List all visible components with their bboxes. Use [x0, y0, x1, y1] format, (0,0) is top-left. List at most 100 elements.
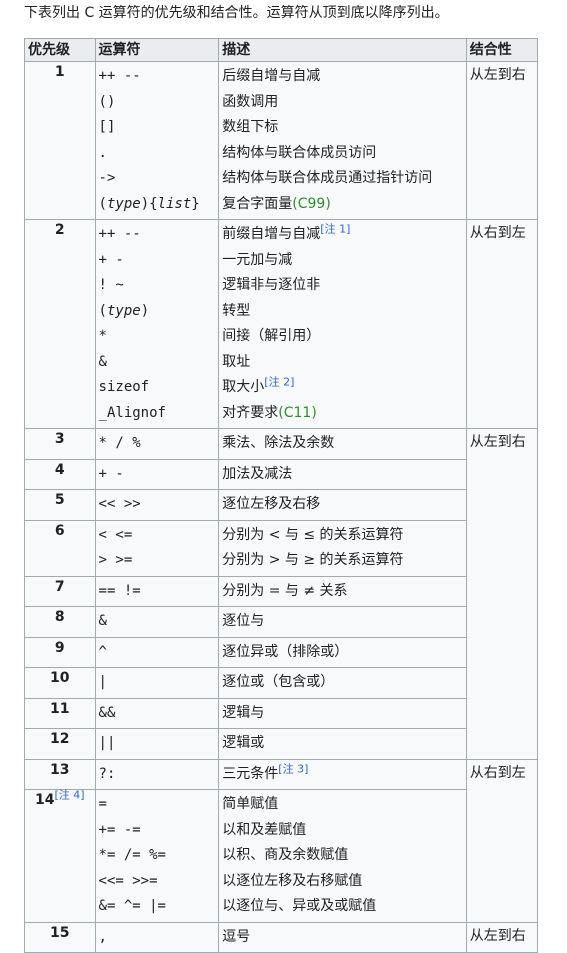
operator-line: + - [98, 465, 124, 482]
description-cell: 分别为 < 与 ≤ 的关系运算符 分别为 > 与 ≥ 的关系运算符 [218, 519, 467, 577]
operator-line: -> [98, 170, 116, 186]
description-text: 逐位与 [222, 613, 265, 629]
precedence-value: 15 [50, 924, 70, 941]
precedence-value: 9 [54, 639, 65, 656]
description-text: 前缀自增与自减 [222, 226, 321, 242]
operator-line: || [98, 735, 116, 751]
header-description: 描述 [218, 38, 467, 62]
standard-version-label: (C11) [278, 404, 317, 421]
description-line: 以积、商及余数赋值 [222, 843, 463, 869]
associativity-cell: 从右到左 [465, 219, 539, 429]
description-text: 三元条件 [222, 765, 279, 782]
footnote-link[interactable]: [注 2] [264, 375, 294, 388]
table-row: 13?: 三元条件[注 3] 从右到左 [24, 758, 539, 923]
description-text: 数组下标 [222, 119, 279, 135]
description-text: 对齐要求 [222, 404, 279, 421]
description-line: 逻辑或 [222, 731, 463, 757]
precedence-cell: 5 [24, 489, 96, 521]
description-text: 分别为 = 与 ≠ 关系 [222, 582, 348, 599]
description-text: 逐位异或（排除或） [222, 643, 349, 660]
operator-line: * / % [98, 435, 141, 451]
description-cell: 逐位与 [218, 606, 467, 638]
description-text: 结构体与联合体成员通过指针访问 [222, 170, 433, 186]
associativity-value: 从右到左 [469, 764, 526, 781]
footnote-link[interactable]: [注 3] [278, 762, 308, 775]
operator-line: . [98, 144, 107, 161]
precedence-value: 14 [34, 792, 55, 808]
precedence-cell: 6 [24, 519, 96, 577]
operator-line: [] [98, 119, 116, 135]
description-line: 对齐要求(C11) [222, 401, 463, 427]
precedence-value: 3 [54, 431, 65, 447]
operator-line: ++ -- [98, 226, 141, 242]
description-line: 逐位异或（排除或） [222, 640, 463, 666]
description-line: 间接（解引用） [222, 324, 463, 350]
standard-version-label: (C99) [292, 195, 331, 212]
description-line: 乘法、除法及余数 [222, 431, 463, 457]
description-line: 简单赋值 [222, 792, 463, 818]
table-row: 5 << >> 逐位左移及右移 [24, 489, 538, 521]
description-cell: 简单赋值 以和及差赋值 以积、商及余数赋值 以逐位左移及右移赋值 以逐位与、异或及或赋值 [218, 789, 467, 923]
table-row: 6 < <= > >= 分别为 < 与 ≤ 的关系运算符 分别为 > 与 ≥ 的关系运算… [24, 519, 538, 577]
description-line: 以逐位与、异或及或赋值 [222, 894, 463, 920]
table-row: 8 & 逐位与 [24, 606, 538, 638]
description-line: 数组下标 [222, 115, 463, 141]
description-text: 以逐位左移及右移赋值 [222, 872, 363, 889]
associativity-cell: 从左到右 [465, 428, 539, 760]
operator-line: <<= >>= [98, 872, 158, 889]
precedence-cell: 8 [24, 606, 96, 638]
operator-line: , [98, 928, 107, 945]
precedence-cell: 14[注 4] [24, 788, 96, 923]
description-line: 逗号 [222, 925, 463, 951]
description-cell: 前缀自增与自减[注 1] 一元加与减 逻辑非与逐位非 转型 间接（解引用） 取址 取大小[注… [218, 219, 467, 429]
description-text: 逗号 [222, 928, 251, 945]
operator-cell: | [94, 667, 220, 699]
description-text: 函数调用 [222, 93, 279, 110]
operator-line: ^ [98, 643, 107, 660]
operator-cell: , [94, 921, 220, 953]
precedence-value: 12 [50, 731, 70, 747]
precedence-note-link[interactable]: [注 4] [54, 788, 84, 801]
associativity-value: 从右到左 [469, 225, 526, 241]
description-text: 间接（解引用） [222, 328, 321, 344]
precedence-cell: 15 [24, 921, 96, 953]
precedence-value: 5 [54, 492, 65, 508]
operator-cell: * / % [94, 428, 220, 460]
precedence-cell: 1 [24, 61, 96, 220]
operator-cell: & [94, 606, 220, 638]
description-cell: 逐位左移及右移 [218, 489, 467, 521]
description-line: 取址 [222, 350, 463, 376]
operator-line: | [98, 674, 107, 690]
precedence-value: 2 [54, 222, 65, 238]
description-line: 结构体与联合体成员通过指针访问 [222, 166, 463, 192]
description-text: 转型 [222, 302, 251, 319]
description-line: 后缀自增与自减 [222, 64, 463, 90]
footnote-link[interactable]: [注 1] [320, 222, 350, 235]
description-cell: 乘法、除法及余数 [218, 428, 467, 460]
operator-line: () [98, 93, 116, 110]
description-line: 分别为 = 与 ≠ 关系 [222, 579, 463, 605]
operator-line: = [98, 796, 107, 812]
description-text: 复合字面量 [222, 195, 293, 212]
description-line: 取大小[注 2] [222, 375, 463, 401]
description-text: 取大小 [222, 379, 265, 395]
table-row: 14[注 4] = += -= *= /= %= <<= >>= &= ^= |= 简单赋值… [24, 788, 538, 923]
operator-line: ++ -- [98, 68, 141, 84]
operator-cell: + - [94, 458, 220, 490]
operator-line: ! ~ [98, 277, 124, 293]
description-text: 一元加与减 [222, 251, 293, 268]
description-line: 逻辑非与逐位非 [222, 273, 463, 299]
precedence-value: 8 [54, 609, 65, 625]
table-row: 4 + - 加法及减法 [24, 458, 538, 490]
precedence-value: 13 [50, 761, 70, 778]
operator-cell: = += -= *= /= %= <<= >>= &= ^= |= [94, 789, 220, 923]
operator-cell: || [94, 728, 220, 760]
precedence-value: 10 [50, 670, 70, 686]
description-text: 后缀自增与自减 [222, 68, 321, 84]
header-associativity: 结合性 [465, 38, 539, 62]
associativity-value: 从左到右 [469, 927, 526, 944]
intro-text: 下表列出 C 运算符的优先级和结合性。运算符从顶到底以降序列出。 [24, 5, 449, 21]
operator-line: == != [98, 582, 141, 599]
header-precedence: 优先级 [24, 38, 96, 62]
description-cell: 逐位异或（排除或） [218, 636, 467, 668]
